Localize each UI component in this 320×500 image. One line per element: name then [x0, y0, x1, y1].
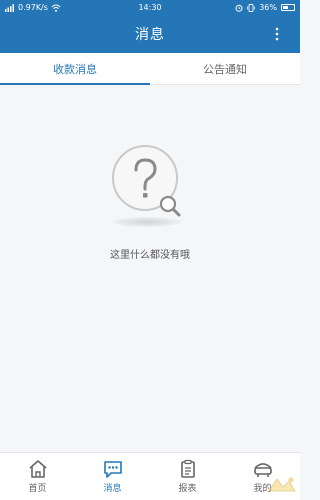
signal-icon [5, 3, 14, 12]
header: 消息 [0, 15, 300, 53]
question-search-icon [112, 145, 181, 227]
status-bar: 0.97K/s 14:30 36% [0, 0, 300, 15]
nav-label-reports: 报表 [178, 484, 197, 494]
home-icon [28, 460, 47, 478]
empty-content: 这里什么都没有哦 [0, 86, 300, 452]
tab-bar: 收款消息 公告通知 [0, 53, 300, 85]
more-vertical-icon[interactable] [264, 21, 290, 47]
network-speed: 0.97K/s [18, 3, 48, 12]
nav-label-home: 首页 [28, 484, 47, 494]
more-vertical-icon-glyph [275, 27, 279, 41]
status-time: 14:30 [138, 3, 162, 12]
battery-icon [281, 4, 295, 11]
status-right: 36% [185, 3, 295, 12]
nav-item-reports[interactable]: 报表 [150, 453, 225, 500]
nav-item-messages[interactable]: 消息 [75, 453, 150, 500]
bottom-navigation: 首页 消息 报表 我的 [0, 452, 300, 500]
wifi-icon [51, 4, 61, 12]
report-icon [180, 459, 195, 478]
vibrate-icon [247, 3, 256, 12]
page-title: 消息 [135, 27, 165, 43]
watermark-logo [268, 477, 296, 492]
battery-percent: 36% [259, 3, 277, 12]
tab-collection-messages[interactable]: 收款消息 [0, 53, 150, 85]
alarm-icon [235, 4, 243, 12]
empty-state-text: 这里什么都没有哦 [110, 250, 190, 261]
status-left: 0.97K/s [5, 3, 115, 12]
message-icon [103, 461, 122, 478]
nav-label-messages: 消息 [103, 484, 122, 494]
tab-announcements[interactable]: 公告通知 [150, 53, 300, 84]
nav-item-home[interactable]: 首页 [0, 453, 75, 500]
